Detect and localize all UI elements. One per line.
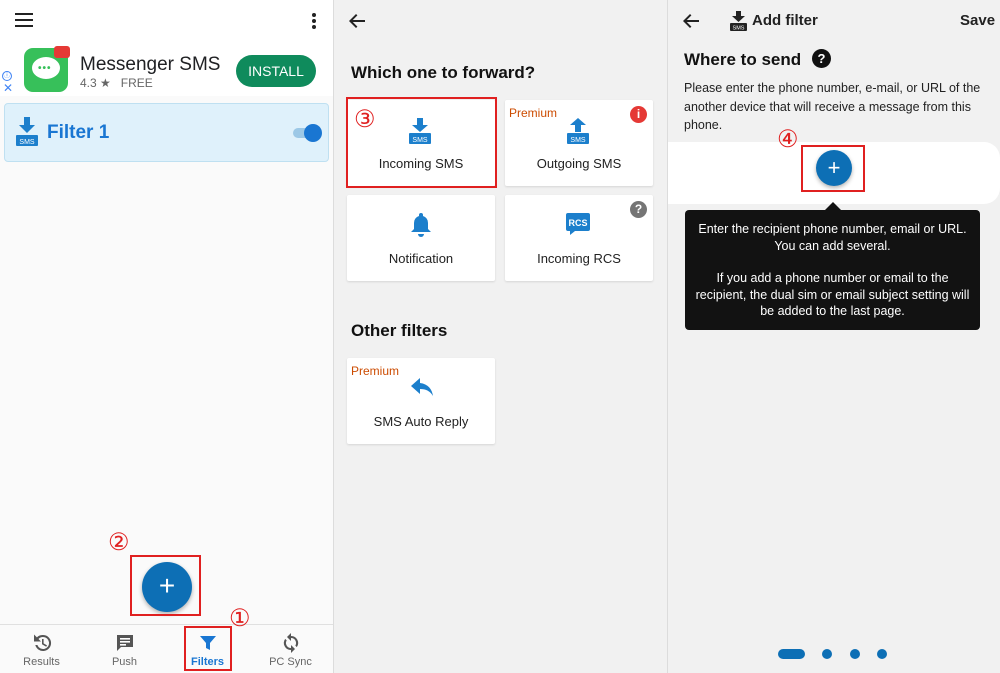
add-filter-screen: SMS Add filter Save Where to send ? Plea… <box>668 0 1000 673</box>
page-indicator-dot <box>850 649 860 659</box>
svg-text:RCS: RCS <box>568 218 587 228</box>
tile-label: SMS Auto Reply <box>373 414 469 429</box>
top-app-bar <box>0 0 333 44</box>
nav-item-results[interactable]: Results <box>0 625 83 673</box>
history-icon <box>34 634 52 651</box>
filters-screen: ⓘ ✕ ••• Messenger SMS 4.3 ★ FREE INSTALL… <box>0 0 333 673</box>
help-icon[interactable]: ? <box>630 201 647 218</box>
nav-label-results: Results <box>23 656 60 668</box>
premium-label: Premium <box>509 106 558 120</box>
page-indicator-dot <box>822 649 832 659</box>
tile-notification[interactable]: Notification <box>347 195 495 281</box>
info-icon[interactable]: i <box>630 106 647 123</box>
menu-icon[interactable] <box>15 13 33 27</box>
svg-text:SMS: SMS <box>733 26 745 32</box>
description-text: Please enter the phone number, e-mail, o… <box>684 81 981 132</box>
svg-text:SMS: SMS <box>19 139 35 146</box>
annotation-number-2: ② <box>108 528 130 556</box>
nav-item-push[interactable]: Push <box>83 625 166 673</box>
annotation-box-4 <box>801 145 865 192</box>
svg-text:SMS: SMS <box>570 137 586 144</box>
tile-incoming-rcs[interactable]: ? RCS Incoming RCS <box>505 195 653 281</box>
page-indicator-current <box>778 649 805 659</box>
nav-label-push: Push <box>111 656 138 668</box>
sms-incoming-icon: SMS <box>730 11 747 31</box>
tile-label: Notification <box>388 251 454 266</box>
sms-outgoing-icon: SMS <box>567 118 589 144</box>
back-arrow-icon[interactable] <box>683 14 699 28</box>
filter-enable-toggle[interactable] <box>291 124 322 142</box>
premium-label: Premium <box>351 364 400 378</box>
filter-name: Filter 1 <box>47 122 110 143</box>
ad-title: Messenger SMS <box>80 54 221 75</box>
page-indicator-dot <box>877 649 887 659</box>
ad-price: FREE <box>120 76 153 90</box>
annotation-box-2 <box>130 555 201 616</box>
install-button[interactable]: INSTALL <box>236 55 316 87</box>
annotation-number-3: ③ <box>354 105 376 133</box>
message-icon <box>117 635 133 651</box>
choose-filter-type-screen: Which one to forward? SMS Incoming SMS ③… <box>334 0 667 673</box>
sync-icon <box>283 633 299 653</box>
page-title: Add filter <box>752 12 818 29</box>
section-heading-other: Other filters <box>351 321 448 340</box>
ad-meta: 4.3 ★ FREE <box>80 76 153 90</box>
annotation-number-4: ④ <box>777 125 799 153</box>
save-button[interactable]: Save <box>960 12 995 29</box>
section-title: Where to send <box>684 50 802 69</box>
tooltip-text-2: If you add a phone number or email to th… <box>695 271 970 318</box>
messenger-app-icon: ••• <box>24 46 70 92</box>
tile-label: Incoming RCS <box>537 251 621 266</box>
ad-banner[interactable]: ⓘ ✕ ••• Messenger SMS 4.3 ★ FREE INSTALL <box>0 44 333 96</box>
help-tooltip: Enter the recipient phone number, email … <box>685 202 980 330</box>
annotation-box-1 <box>184 626 232 671</box>
reply-icon <box>411 378 433 396</box>
overflow-menu-icon[interactable] <box>312 13 316 29</box>
sms-incoming-icon: SMS <box>16 117 38 146</box>
ad-close-icon[interactable]: ✕ <box>3 82 13 94</box>
ad-info-icon[interactable]: ⓘ <box>2 71 12 81</box>
page-indicator <box>668 649 1000 659</box>
tooltip-text-1: Enter the recipient phone number, email … <box>698 222 967 253</box>
ad-rating: 4.3 ★ <box>80 76 111 90</box>
back-arrow-icon[interactable] <box>349 14 365 28</box>
tile-sms-auto-reply[interactable]: Premium SMS Auto Reply <box>347 358 495 444</box>
section-heading-forward: Which one to forward? <box>351 63 536 82</box>
annotation-number-1: ① <box>229 604 251 632</box>
bell-icon <box>411 213 431 237</box>
tile-outgoing-sms[interactable]: Premium i SMS Outgoing SMS <box>505 100 653 186</box>
nav-label-pc-sync: PC Sync <box>269 656 312 668</box>
filter-list-item[interactable]: SMS Filter 1 <box>4 103 329 162</box>
top-app-bar: SMS Add filter Save <box>668 0 1000 44</box>
nav-item-pc-sync[interactable]: PC Sync <box>249 625 332 673</box>
bottom-navigation: Results Push Filters PC Sync <box>0 624 333 673</box>
tile-label: Outgoing SMS <box>536 156 622 171</box>
rcs-icon: RCS <box>566 213 590 235</box>
help-icon[interactable]: ? <box>812 49 831 68</box>
